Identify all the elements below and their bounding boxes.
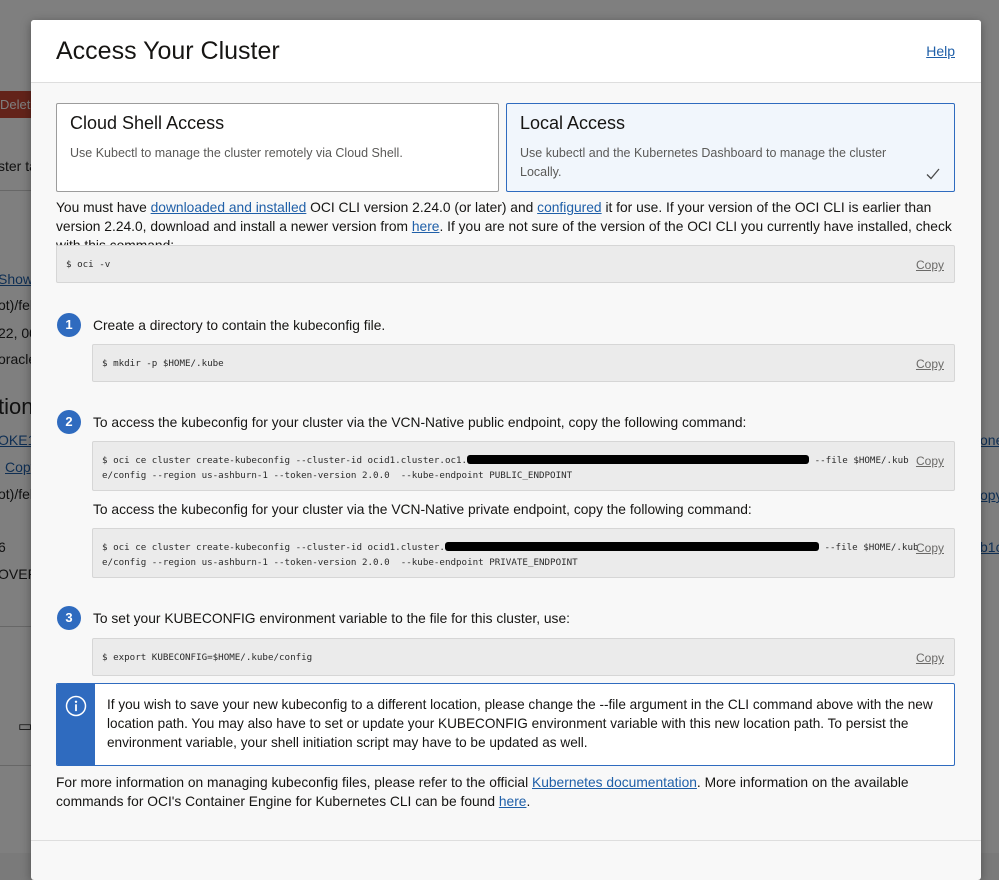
checkmark-icon xyxy=(926,168,940,180)
downloaded-installed-link[interactable]: downloaded and installed xyxy=(151,200,307,215)
copy-button[interactable]: Copy xyxy=(916,541,944,555)
public-endpoint-command-box: $ oci ce cluster create-kubeconfig --clu… xyxy=(92,441,955,491)
code-text: $ mkdir -p $HOME/.kube xyxy=(102,358,224,369)
step-3-text: To set your KUBECONFIG environment varia… xyxy=(93,611,570,626)
kubernetes-docs-link[interactable]: Kubernetes documentation xyxy=(532,775,697,790)
step-2-text: To access the kubeconfig for your cluste… xyxy=(93,415,747,430)
step-number-2: 2 xyxy=(57,410,81,434)
step-number-3: 3 xyxy=(57,606,81,630)
help-link[interactable]: Help xyxy=(926,43,955,59)
private-endpoint-command-box: $ oci ce cluster create-kubeconfig --clu… xyxy=(92,528,955,578)
step-1-text: Create a directory to contain the kubeco… xyxy=(93,318,386,333)
code-text: $ oci ce cluster create-kubeconfig --clu… xyxy=(102,542,919,568)
step-2-private-text: To access the kubeconfig for your cluste… xyxy=(93,502,752,517)
info-icon xyxy=(65,695,87,717)
copy-button[interactable]: Copy xyxy=(916,258,944,272)
cloud-shell-access-card[interactable]: Cloud Shell Access Use Kubectl to manage… xyxy=(56,103,499,192)
card-title: Local Access xyxy=(520,113,626,133)
dialog-header: Access Your Cluster Help xyxy=(31,20,981,83)
more-info-text: For more information on managing kubecon… xyxy=(56,775,909,809)
info-text: If you wish to save your new kubeconfig … xyxy=(107,697,933,750)
code-text: $ oci ce cluster create-kubeconfig --clu… xyxy=(102,455,909,481)
copy-button[interactable]: Copy xyxy=(916,357,944,371)
redacted-ocid xyxy=(444,542,819,551)
access-cluster-dialog: Access Your Cluster Help Cloud Shell Acc… xyxy=(31,20,981,880)
card-title: Cloud Shell Access xyxy=(70,113,225,133)
configured-link[interactable]: configured xyxy=(537,200,601,215)
local-access-card[interactable]: Local Access Use kubectl and the Kuberne… xyxy=(506,103,955,192)
export-command-box: $ export KUBECONFIG=$HOME/.kube/config C… xyxy=(92,638,955,676)
mkdir-command-box: $ mkdir -p $HOME/.kube Copy xyxy=(92,344,955,382)
card-description: Use Kubectl to manage the cluster remote… xyxy=(70,146,403,160)
code-text: $ export KUBECONFIG=$HOME/.kube/config xyxy=(102,652,313,663)
copy-button[interactable]: Copy xyxy=(916,454,944,468)
redacted-ocid xyxy=(467,455,810,464)
download-here-link[interactable]: here xyxy=(412,219,440,234)
info-message: If you wish to save your new kubeconfig … xyxy=(56,683,955,766)
step-number-1: 1 xyxy=(57,313,81,337)
info-strip xyxy=(57,684,95,765)
code-text: $ oci -v xyxy=(66,259,111,270)
cli-here-link[interactable]: here xyxy=(499,794,527,809)
version-command-box: $ oci -v Copy xyxy=(56,245,955,283)
dialog-footer-divider xyxy=(31,840,981,841)
card-description: Use kubectl and the Kubernetes Dashboard… xyxy=(520,146,887,179)
copy-button[interactable]: Copy xyxy=(916,651,944,665)
dialog-title: Access Your Cluster xyxy=(56,37,280,65)
